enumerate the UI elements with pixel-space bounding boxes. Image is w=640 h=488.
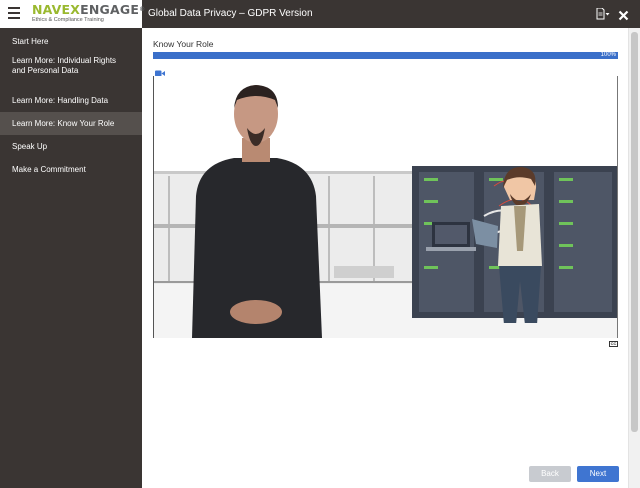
top-bar: NAVEXENGAGE® Ethics & Compliance Trainin… — [0, 0, 640, 28]
sidebar-item-know-your-role[interactable]: Learn More: Know Your Role — [0, 112, 142, 135]
close-icon[interactable] — [618, 8, 629, 21]
scrollbar-thumb[interactable] — [631, 32, 638, 432]
hamburger-menu-icon[interactable] — [8, 7, 20, 19]
sidebar-item-start-here[interactable]: Start Here — [0, 28, 142, 51]
sidebar-item-handling-data[interactable]: Learn More: Handling Data — [0, 85, 142, 108]
section-title: Know Your Role — [153, 39, 214, 49]
progress-fill — [153, 52, 618, 59]
camera-icon — [155, 64, 165, 77]
sidebar-item-make-a-commitment[interactable]: Make a Commitment — [0, 159, 142, 182]
course-title: Global Data Privacy – GDPR Version — [148, 8, 313, 19]
scrollbar[interactable] — [628, 28, 640, 488]
logo-tagline: Ethics & Compliance Training — [32, 17, 104, 23]
navex-engage-logo: NAVEXENGAGE® Ethics & Compliance Trainin… — [32, 2, 146, 23]
brand-area: NAVEXENGAGE® Ethics & Compliance Trainin… — [0, 0, 146, 28]
sidebar-item-speak-up[interactable]: Speak Up — [0, 135, 142, 159]
progress-label: 100% — [600, 52, 616, 58]
sidebar-nav: Start Here Learn More: Individual Rights… — [0, 28, 142, 488]
next-button[interactable]: Next — [577, 466, 619, 482]
document-menu-icon[interactable] — [596, 8, 610, 20]
back-button[interactable]: Back — [529, 466, 571, 482]
closed-captions-icon[interactable]: CC — [609, 341, 618, 347]
video-player[interactable] — [153, 76, 618, 338]
progress-bar: 100% — [153, 52, 618, 59]
sidebar-item-individual-rights[interactable]: Learn More: Individual Rights and Person… — [0, 51, 142, 85]
